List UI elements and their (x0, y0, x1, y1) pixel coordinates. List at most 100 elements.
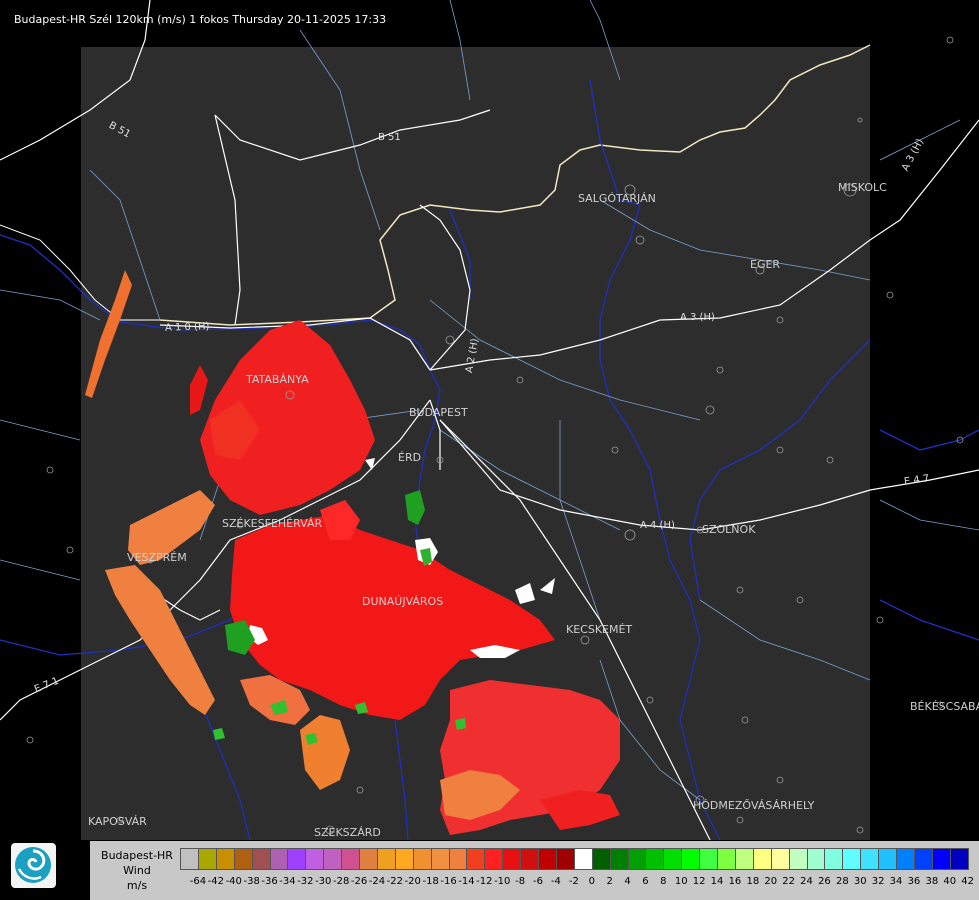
city-label-szekszard: SZEKSZÁRD (314, 826, 381, 839)
legend-tick-label: -42 (207, 876, 225, 887)
legend-tick-label: 2 (606, 876, 613, 887)
swirl-icon (15, 847, 51, 883)
legend-swatch (645, 848, 665, 870)
legend-tick-label: 38 (925, 876, 939, 887)
legend-swatch (520, 848, 540, 870)
legend-swatch (555, 848, 575, 870)
city-label-veszprem: VESZPRÉM (127, 551, 187, 564)
legend-tick-label: 24 (800, 876, 813, 887)
legend-swatch (949, 848, 969, 870)
legend-swatch (502, 848, 522, 870)
legend-tick-label: 8 (660, 876, 667, 887)
legend-swatch (860, 848, 880, 870)
legend-swatch (681, 848, 701, 870)
legend-tick-label: -38 (243, 876, 260, 887)
legend-swatch (717, 848, 736, 870)
legend-swatch (627, 848, 647, 870)
city-label-kecskemet: KECSKEMÉT (566, 623, 633, 636)
legend-swatch (305, 848, 325, 870)
legend-swatch (484, 848, 504, 870)
legend-tick-label: 32 (871, 876, 885, 887)
legend-tick-label: 42 (961, 876, 975, 887)
radar-map[interactable] (0, 0, 979, 900)
legend-swatch (287, 848, 307, 870)
legend-swatch (806, 848, 826, 870)
city-label-szekesfehervar: SZÉKESFEHÉRVÁR (222, 517, 323, 530)
legend-tick-label: 36 (907, 876, 921, 887)
legend-tick-label: -40 (225, 876, 242, 887)
legend-swatch (824, 848, 844, 870)
city-label-erd: ÉRD (398, 451, 422, 464)
legend-tick-label: -20 (404, 876, 421, 887)
legend-tick-label: -32 (297, 876, 314, 887)
legend-swatch (788, 848, 808, 870)
city-label-hodmezovasarhely: HÓDMEZŐVÁSÁRHELY (693, 799, 815, 812)
legend-swatch (609, 848, 629, 870)
legend-tick-label: 16 (728, 876, 742, 887)
legend-tick-label: -28 (332, 876, 350, 887)
legend-tick-label: 12 (692, 876, 706, 887)
legend-tick-label: -24 (368, 876, 386, 887)
legend-radar-name: Budapest-HR (101, 849, 173, 862)
city-label-bekescsaba: BÉKÉSCSABA (910, 700, 979, 713)
legend-tick-label: -2 (568, 876, 579, 887)
legend-unit: m/s (126, 879, 148, 892)
legend-swatch (180, 848, 199, 870)
legend-swatch (412, 848, 432, 870)
legend-swatch (663, 848, 683, 870)
legend-swatch (878, 848, 898, 870)
legend-tick-label: -64 (189, 876, 207, 887)
legend-swatch (591, 848, 611, 870)
legend-tick-label: -8 (515, 876, 526, 887)
legend-tick-label: 34 (889, 876, 903, 887)
legend-tick-label: 20 (764, 876, 778, 887)
legend-swatch (215, 848, 235, 870)
legend-tick-label: -14 (458, 876, 475, 887)
legend-swatch (931, 848, 951, 870)
legend-swatch (341, 848, 361, 870)
legend-swatch (752, 848, 772, 870)
city-label-miskolc: MISKOLC (838, 181, 887, 194)
legend-swatch (896, 848, 915, 870)
legend-tick-label: -34 (279, 876, 296, 887)
legend-title: Budapest-HR Wind m/s (92, 848, 182, 893)
legend-tick-label: 30 (853, 876, 867, 887)
legend-tick-label: 26 (818, 876, 831, 887)
legend-swatch (842, 848, 862, 870)
road-label-b51-east: B 51 (378, 132, 401, 143)
legend-tick-label: 40 (943, 876, 957, 887)
legend-tick-label: 4 (624, 876, 631, 887)
city-label-szolnok: SZOLNOK (702, 523, 756, 536)
legend-tick-label: -30 (315, 876, 332, 887)
legend-swatch (770, 848, 790, 870)
map-title: Budapest-HR Szél 120km (m/s) 1 fokos Thu… (14, 13, 387, 26)
legend-swatch (573, 848, 593, 870)
legend-swatch (466, 848, 486, 870)
legend-tick-label: -22 (386, 876, 404, 887)
legend-swatch (359, 848, 378, 870)
city-label-eger: EGER (750, 258, 781, 271)
legend-tick-label: 22 (782, 876, 796, 887)
legend-tick-label: -16 (440, 876, 457, 887)
legend-tick-label: -26 (350, 876, 368, 887)
legend-tick-label: -36 (261, 876, 278, 887)
legend-tick-label: -6 (533, 876, 544, 887)
legend-tick-label: -10 (494, 876, 511, 887)
legend-swatch (913, 848, 933, 870)
legend-swatch (430, 848, 450, 870)
road-label-a10: A 1 0 (H) (164, 321, 210, 334)
legend-swatch (269, 848, 289, 870)
legend-tick-label: 0 (588, 876, 595, 887)
city-label-budapest: BUDAPEST (409, 406, 468, 419)
legend-swatch (538, 848, 557, 870)
radar-map-view: Budapest-HR Szél 120km (m/s) 1 fokos Thu… (0, 0, 979, 900)
legend-swatch (197, 848, 217, 870)
legend-product-name: Wind (123, 864, 151, 877)
road-label-a3: A 3 (H) (680, 312, 715, 323)
legend-swatch (394, 848, 414, 870)
legend-swatch (323, 848, 343, 870)
city-label-salgotarjan: SALGÓTARJÁN (578, 192, 656, 205)
legend-tick-label: -4 (550, 876, 561, 887)
legend-tick-label: 28 (835, 876, 849, 887)
radar-service-logo-icon[interactable] (11, 843, 56, 888)
